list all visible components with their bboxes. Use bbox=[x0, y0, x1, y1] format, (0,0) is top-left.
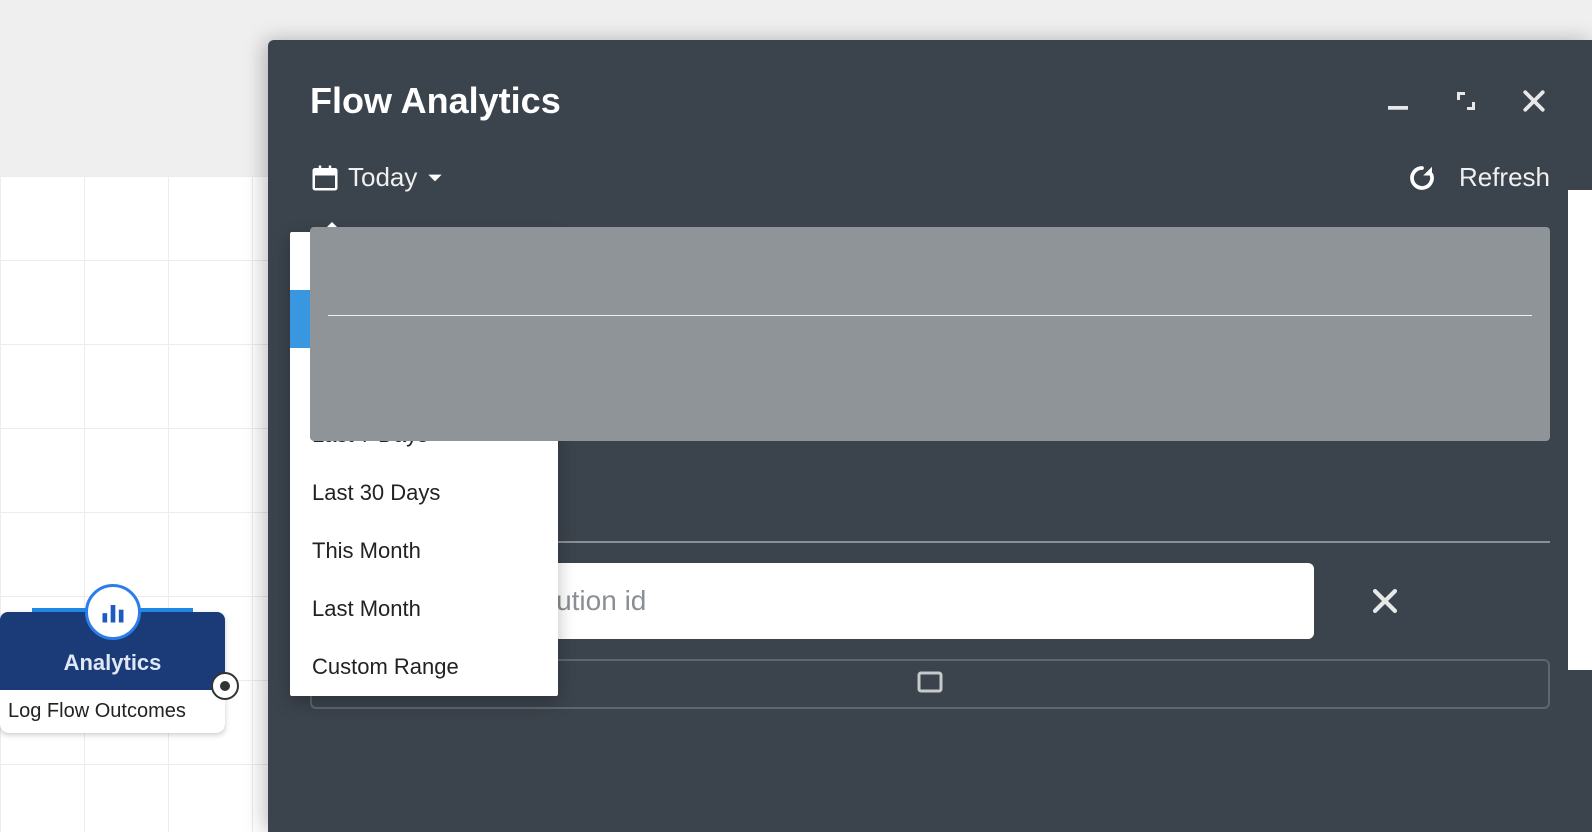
date-range-selected-label: Today bbox=[348, 162, 417, 193]
bar-chart-icon bbox=[99, 598, 127, 626]
placeholder-icon bbox=[909, 667, 951, 697]
close-button[interactable] bbox=[1518, 85, 1550, 117]
maximize-button[interactable] bbox=[1450, 85, 1482, 117]
calendar-icon bbox=[310, 163, 340, 193]
date-range-option[interactable]: This Month bbox=[290, 522, 558, 580]
flow-analytics-panel: Flow Analytics bbox=[268, 40, 1592, 832]
minimize-icon bbox=[1383, 86, 1413, 116]
node-icon-badge bbox=[85, 584, 141, 640]
flow-node-analytics[interactable]: Analytics Log Flow Outcomes bbox=[0, 612, 225, 733]
node-title: Analytics bbox=[10, 650, 215, 676]
date-range-picker[interactable]: Today bbox=[310, 162, 445, 193]
scrollbar[interactable] bbox=[1568, 190, 1592, 670]
refresh-icon bbox=[1407, 163, 1437, 193]
clear-filter-button[interactable] bbox=[1360, 576, 1410, 626]
divider bbox=[328, 315, 1532, 316]
node-subtitle: Log Flow Outcomes bbox=[0, 690, 225, 733]
refresh-label: Refresh bbox=[1459, 162, 1550, 193]
maximize-icon bbox=[1454, 89, 1478, 113]
refresh-button[interactable]: Refresh bbox=[1407, 162, 1550, 193]
close-icon bbox=[1368, 584, 1402, 618]
date-range-option[interactable]: Last 30 Days bbox=[290, 464, 558, 522]
date-range-option[interactable]: Custom Range bbox=[290, 638, 558, 696]
close-icon bbox=[1519, 86, 1549, 116]
analytics-summary-block bbox=[310, 227, 1550, 441]
date-range-option[interactable]: Last Month bbox=[290, 580, 558, 638]
node-output-port[interactable] bbox=[211, 672, 239, 700]
chevron-down-icon bbox=[425, 168, 445, 188]
panel-title: Flow Analytics bbox=[310, 80, 1382, 122]
minimize-button[interactable] bbox=[1382, 85, 1414, 117]
